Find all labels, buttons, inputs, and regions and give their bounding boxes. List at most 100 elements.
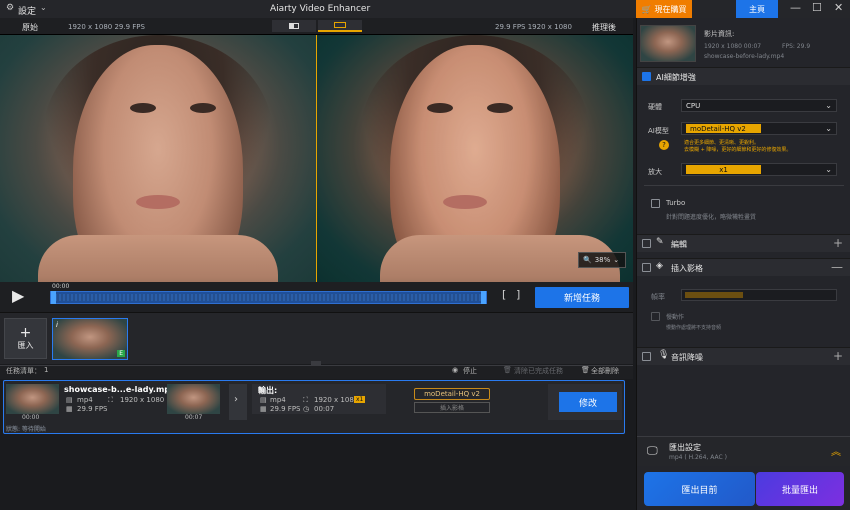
task-frame-tag[interactable]: 插入影格 bbox=[414, 402, 490, 413]
edit-section-header[interactable]: ✎ 編輯 + bbox=[637, 234, 850, 252]
hardware-label: 硬體 bbox=[648, 103, 662, 111]
maximize-icon[interactable]: ☐ bbox=[812, 1, 822, 14]
scale-badge: x1 bbox=[354, 396, 366, 403]
ai-enhance-title: AI細節增強 bbox=[656, 73, 696, 82]
chevron-down-icon[interactable]: ⌄ bbox=[40, 3, 47, 12]
video-info-filename: showcase-before-lady.mp4 bbox=[704, 53, 785, 60]
input-end-time: 00:07 bbox=[185, 414, 203, 421]
output-format: mp4 bbox=[270, 396, 286, 404]
trim-start-icon[interactable]: [ bbox=[502, 288, 506, 301]
export-current-button[interactable]: 匯出目前 bbox=[644, 472, 755, 506]
help-icon[interactable]: ? bbox=[659, 140, 669, 150]
divider bbox=[644, 185, 844, 186]
trash-icon: 🗑 bbox=[581, 366, 590, 374]
task-count-value: 1 bbox=[44, 366, 49, 374]
timeline-start-handle[interactable] bbox=[51, 291, 56, 304]
stop-button[interactable]: 停止 bbox=[463, 366, 477, 376]
video-info-thumbnail bbox=[640, 25, 696, 62]
resolution-icon: ⛶ bbox=[108, 396, 113, 404]
input-start-time: 00:00 bbox=[22, 414, 40, 421]
add-task-button[interactable]: 新增任務 bbox=[535, 287, 629, 308]
title-bar: ⚙ 設定 ⌄ Aiarty Video Enhancer bbox=[0, 0, 850, 18]
current-time: 00:00 bbox=[52, 283, 70, 290]
split-view-toggle[interactable] bbox=[272, 20, 316, 32]
expand-plus-icon[interactable]: + bbox=[833, 349, 843, 363]
turbo-checkbox[interactable] bbox=[651, 199, 660, 208]
fps-icon: ▦ bbox=[260, 405, 267, 413]
task-count-label: 任務清單： bbox=[6, 367, 41, 375]
trim-end-icon[interactable]: ] bbox=[516, 288, 520, 301]
timeline-track[interactable] bbox=[50, 291, 487, 304]
resolution-icon: ⛶ bbox=[303, 396, 308, 404]
task-status: 狀態: 等待開始 bbox=[6, 426, 46, 433]
settings-menu[interactable]: 設定 bbox=[18, 4, 36, 17]
task-file-name: showcase-b...e-lady.mp4 bbox=[64, 385, 176, 394]
enhanced-badge: E bbox=[117, 350, 125, 357]
delete-all-button[interactable]: 全部刪除 bbox=[591, 366, 619, 376]
zoom-control[interactable]: 🔍 38% ⌄ bbox=[578, 252, 626, 268]
model-description-1: 適合更多細節、更清晰、更銳利。 bbox=[684, 140, 760, 146]
trash-icon: 🗑 bbox=[503, 366, 512, 374]
frame-insert-checkbox[interactable] bbox=[642, 263, 651, 272]
info-icon[interactable]: i bbox=[56, 321, 58, 329]
export-settings-title: 匯出設定 bbox=[669, 443, 701, 452]
home-button[interactable]: 主頁 bbox=[736, 0, 778, 18]
plus-icon: + bbox=[19, 325, 32, 341]
task-model-tag[interactable]: moDetail-HQ v2 bbox=[414, 388, 490, 400]
buy-now-button[interactable]: 🛒 現在購買 bbox=[636, 0, 692, 18]
enhanced-video-preview[interactable] bbox=[317, 35, 633, 282]
collapse-minus-icon[interactable]: — bbox=[831, 260, 843, 274]
expand-plus-icon[interactable]: + bbox=[833, 236, 843, 250]
edit-icon: ✎ bbox=[656, 237, 664, 247]
microphone-icon: 🎙 bbox=[658, 350, 670, 360]
slow-motion-checkbox bbox=[651, 312, 660, 321]
double-chevron-up-icon[interactable]: ︽ bbox=[831, 443, 841, 458]
close-icon[interactable]: ✕ bbox=[834, 1, 843, 14]
frame-rate-value-chip bbox=[685, 292, 743, 298]
output-fps: 29.9 FPS bbox=[270, 405, 301, 413]
slow-motion-label: 慢動作 bbox=[666, 314, 685, 321]
original-video-preview[interactable] bbox=[0, 35, 316, 282]
video-info-label: 影片資訊: bbox=[704, 30, 735, 38]
chevron-down-icon: ⌄ bbox=[825, 124, 832, 133]
play-icon[interactable]: ▶ bbox=[12, 286, 24, 305]
stop-icon[interactable]: ◉ bbox=[452, 366, 458, 374]
chevron-right-icon: › bbox=[234, 394, 238, 405]
chevron-down-icon: ⌄ bbox=[825, 165, 832, 174]
original-label: 原始 bbox=[22, 23, 38, 32]
model-label: AI模型 bbox=[648, 127, 669, 135]
audio-denoise-section-header[interactable]: 🎙 音訊降噪 + bbox=[637, 347, 850, 365]
video-info-fps: FPS: 29.9 bbox=[782, 43, 811, 50]
output-resolution: 1920 x 1080 bbox=[314, 396, 359, 404]
output-label: 輸出: bbox=[258, 386, 278, 395]
turbo-label: Turbo bbox=[666, 199, 686, 207]
audio-denoise-checkbox[interactable] bbox=[642, 352, 651, 361]
model-select[interactable]: moDetail-HQ v2 ⌄ bbox=[681, 122, 837, 135]
media-thumbnail[interactable]: i E bbox=[52, 318, 128, 360]
gear-icon[interactable]: ⚙ bbox=[6, 3, 14, 13]
side-by-side-toggle[interactable] bbox=[318, 20, 362, 32]
ai-enhance-checkbox[interactable] bbox=[642, 72, 651, 81]
batch-export-button[interactable]: 批量匯出 bbox=[756, 472, 844, 506]
chevron-down-icon: ⌄ bbox=[825, 101, 832, 110]
scale-select[interactable]: x1 ⌄ bbox=[681, 163, 837, 176]
arrow-divider: › bbox=[229, 384, 247, 420]
frame-insert-section-header[interactable]: ◈ 插入影格 — bbox=[637, 258, 850, 276]
ai-enhance-section-header[interactable]: AI細節增強 bbox=[637, 67, 850, 85]
monitor-gear-icon: 🖵 bbox=[647, 444, 658, 457]
audio-denoise-title: 音訊降噪 bbox=[671, 353, 703, 362]
clock-icon: ◷ bbox=[303, 405, 310, 413]
export-settings-bar[interactable]: 🖵 匯出設定 mp4 ( H.264, AAC ) ︽ bbox=[637, 436, 850, 466]
minimize-icon[interactable]: — bbox=[790, 1, 801, 14]
timeline-end-handle[interactable] bbox=[481, 291, 486, 304]
edit-checkbox[interactable] bbox=[642, 239, 651, 248]
frame-icon: ◈ bbox=[656, 261, 663, 271]
clear-completed-button[interactable]: 清除已完成任務 bbox=[514, 366, 563, 376]
modify-button[interactable]: 修改 bbox=[559, 392, 617, 412]
fps-icon: ▦ bbox=[66, 405, 73, 413]
frame-insert-title: 插入影格 bbox=[671, 264, 703, 273]
import-button[interactable]: + 匯入 bbox=[4, 318, 47, 359]
hardware-select[interactable]: CPU ⌄ bbox=[681, 99, 837, 112]
input-format: mp4 bbox=[77, 396, 93, 404]
magnifier-icon: 🔍 bbox=[583, 256, 592, 264]
